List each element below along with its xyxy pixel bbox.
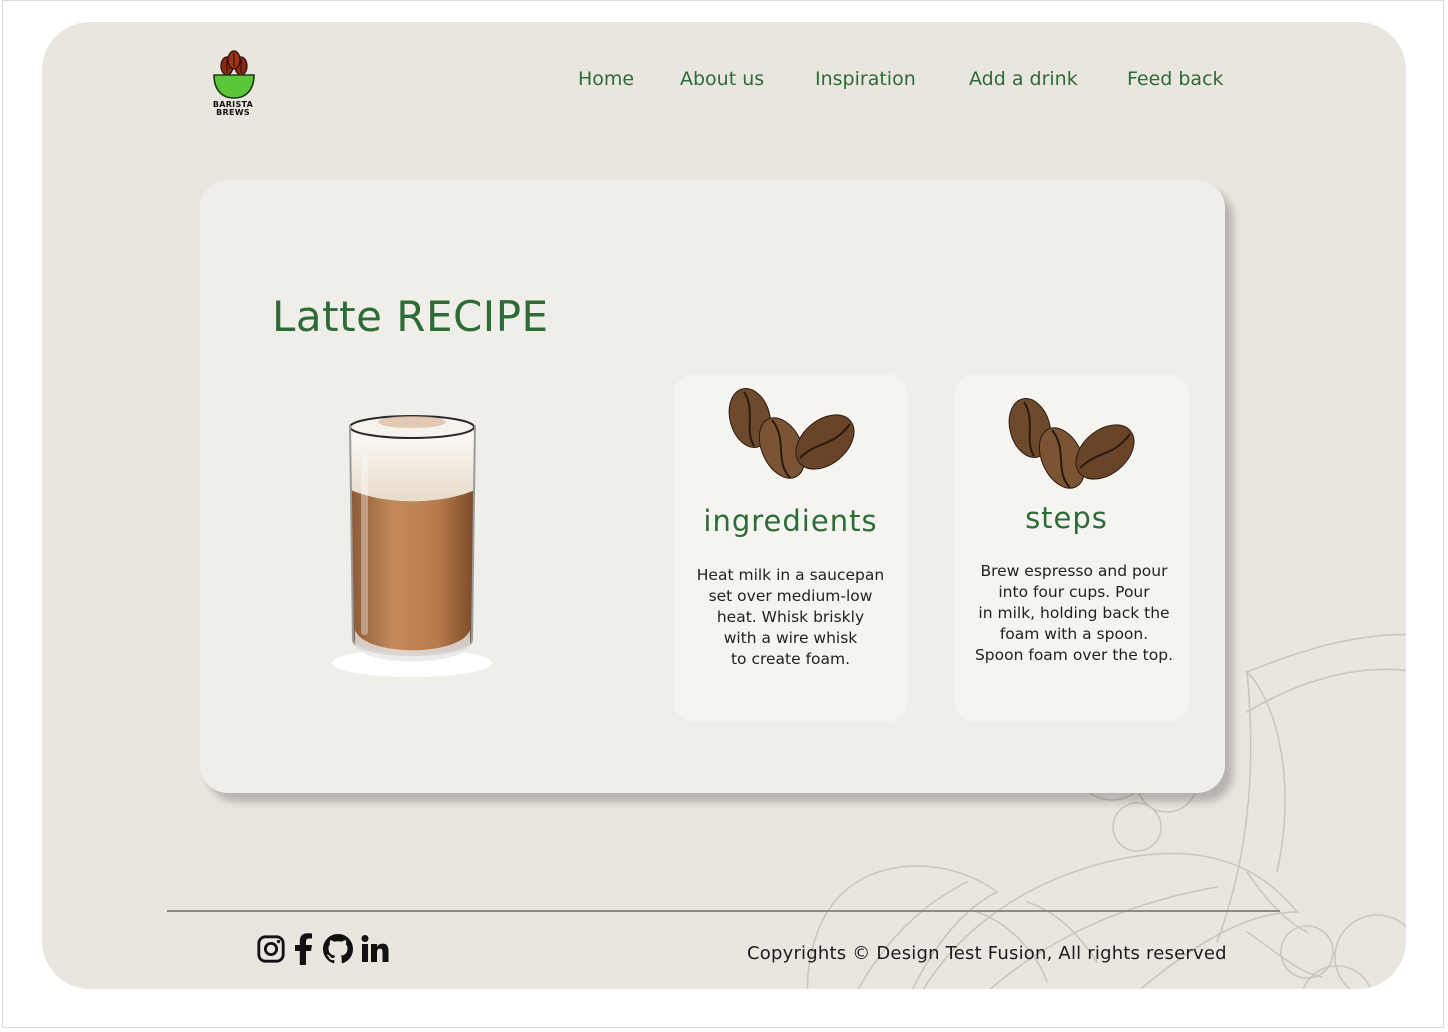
github-icon[interactable] <box>322 933 354 965</box>
logo-line-2: BREWS <box>216 108 250 117</box>
linkedin-icon[interactable] <box>360 934 390 964</box>
recipe-title: Latte RECIPE <box>272 292 549 341</box>
facebook-icon[interactable] <box>290 933 316 965</box>
copyright-text: Copyrights © Design Test Fusion, All rig… <box>747 943 1227 964</box>
logo-wordmark: BARISTA BREWS <box>204 101 262 117</box>
social-links <box>256 932 390 966</box>
latte-glass-image <box>332 415 492 677</box>
nav-about-us[interactable]: About us <box>680 68 764 90</box>
coffee-beans-image <box>728 388 855 479</box>
nav-add-a-drink[interactable]: Add a drink <box>969 68 1078 90</box>
nav-home[interactable]: Home <box>578 68 634 90</box>
steps-heading: steps <box>1025 501 1108 535</box>
nav-feed-back[interactable]: Feed back <box>1127 68 1224 90</box>
steps-text: Brew espresso and pour into four cups. P… <box>974 562 1174 664</box>
coffee-beans-image <box>1008 398 1135 489</box>
ingredients-heading: ingredients <box>703 504 878 538</box>
footer-divider <box>167 910 1280 912</box>
ingredients-text: Heat milk in a saucepan set over medium-… <box>696 566 885 668</box>
instagram-icon[interactable] <box>256 934 286 964</box>
nav-inspiration[interactable]: Inspiration <box>815 68 916 90</box>
page-background: BARISTA BREWS Home About us Inspiration … <box>42 22 1406 989</box>
